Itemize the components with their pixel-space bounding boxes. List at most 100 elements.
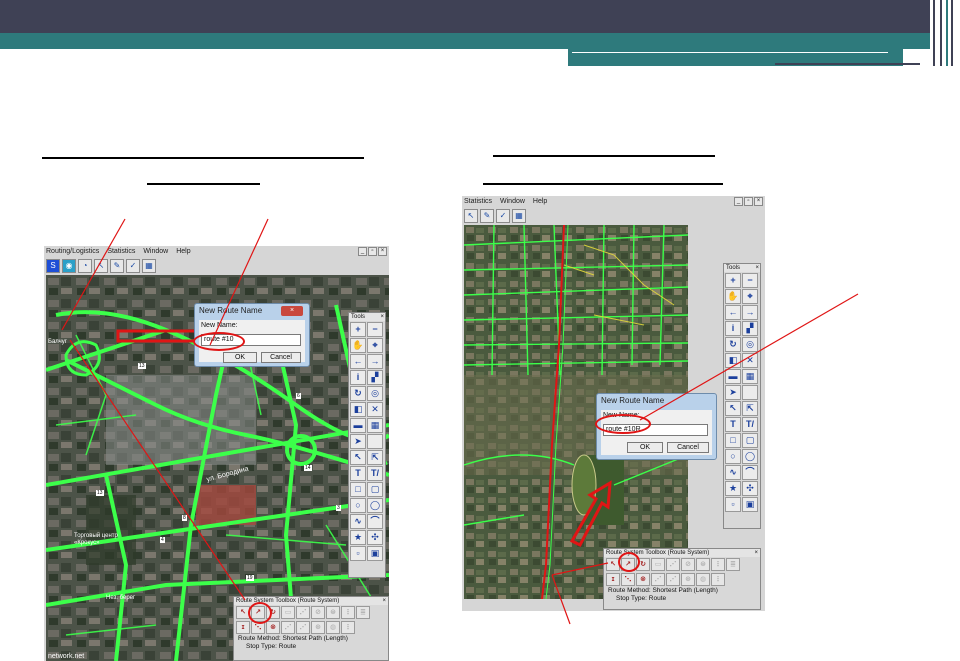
route-tool-button[interactable]: ⋰: [666, 573, 680, 586]
tool-button[interactable]: ✋: [350, 338, 366, 353]
route-tool-button[interactable]: ɪ: [606, 573, 620, 586]
route-tool-button[interactable]: ⋰: [651, 573, 665, 586]
tool-button[interactable]: ◯: [367, 498, 383, 513]
tool-button[interactable]: ➤: [350, 434, 366, 449]
tool-button[interactable]: ▣: [367, 546, 383, 561]
layer-icon[interactable]: S: [46, 259, 60, 273]
close-button[interactable]: ×: [378, 247, 387, 256]
tool-button[interactable]: ▞: [742, 321, 758, 336]
cancel-button[interactable]: Cancel: [261, 352, 301, 363]
cancel-button[interactable]: Cancel: [667, 442, 709, 453]
tool-button[interactable]: ○: [350, 498, 366, 513]
tool-button[interactable]: T: [350, 466, 366, 481]
menu-window[interactable]: Window: [500, 196, 525, 208]
tool-button[interactable]: −: [367, 322, 383, 337]
tool-button[interactable]: ↖: [350, 450, 366, 465]
route-toolbox-close[interactable]: ×: [382, 597, 386, 605]
route-tool-button[interactable]: ◍: [696, 573, 710, 586]
tool-button[interactable]: T/: [742, 417, 758, 432]
tool-button[interactable]: ◎: [742, 337, 758, 352]
tool-button[interactable]: ➤: [725, 385, 741, 400]
tool-button[interactable]: →: [367, 354, 383, 369]
route-tool-button[interactable]: ⋮: [341, 606, 355, 619]
tool-button[interactable]: ▦: [367, 418, 383, 433]
tools-close-button[interactable]: ×: [755, 264, 759, 272]
route-tool-button[interactable]: ⋰: [296, 606, 310, 619]
tool-button[interactable]: T: [725, 417, 741, 432]
tool-button[interactable]: i: [725, 321, 741, 336]
tool-button[interactable]: T/: [367, 466, 383, 481]
tool-button[interactable]: +: [725, 273, 741, 288]
tool-button[interactable]: ▞: [367, 370, 383, 385]
tool-button[interactable]: i: [350, 370, 366, 385]
ok-button[interactable]: OK: [223, 352, 257, 363]
tool-button[interactable]: ⌒: [367, 514, 383, 529]
tool-button[interactable]: ✕: [742, 353, 758, 368]
globe-icon[interactable]: ◉: [62, 259, 76, 273]
tool-button[interactable]: ✕: [367, 402, 383, 417]
ok-button[interactable]: OK: [627, 442, 663, 453]
restore-button[interactable]: ▫: [368, 247, 377, 256]
edit-icon[interactable]: ✎: [480, 209, 494, 223]
tool-button[interactable]: ⌒: [742, 465, 758, 480]
tool-button[interactable]: ←: [350, 354, 366, 369]
select-icon[interactable]: ↖: [94, 259, 108, 273]
menu-window[interactable]: Window: [143, 246, 168, 258]
route-tool-button[interactable]: ⋰: [296, 621, 310, 634]
tool-button[interactable]: ↖: [725, 401, 741, 416]
route-tool-button[interactable]: ⋱: [621, 573, 635, 586]
tool-button[interactable]: [742, 385, 758, 400]
menu-statistics[interactable]: Statistics: [107, 246, 135, 258]
tool-button[interactable]: ◧: [350, 402, 366, 417]
route-tool-button[interactable]: ⊜: [696, 558, 710, 571]
tool-button[interactable]: ↻: [725, 337, 741, 352]
menu-help[interactable]: Help: [533, 196, 547, 208]
tool-button[interactable]: ∿: [725, 465, 741, 480]
tool-button[interactable]: ▬: [350, 418, 366, 433]
edit-icon[interactable]: ✎: [110, 259, 124, 273]
tool-button[interactable]: ◯: [742, 449, 758, 464]
tool-button[interactable]: →: [742, 305, 758, 320]
route-tool-button[interactable]: ⋮: [341, 621, 355, 634]
route-toolbox-close[interactable]: ×: [754, 549, 758, 557]
dialog-close-button[interactable]: ×: [281, 306, 303, 316]
route-tool-button[interactable]: ⊛: [311, 621, 325, 634]
tool-button[interactable]: ▣: [742, 497, 758, 512]
route-tool-button[interactable]: ≣: [726, 558, 740, 571]
tool-button[interactable]: ▬: [725, 369, 741, 384]
route-tool-button[interactable]: ▭: [281, 606, 295, 619]
route-tool-button[interactable]: ▭: [651, 558, 665, 571]
tool-button[interactable]: ▫: [350, 546, 366, 561]
route-tool-button[interactable]: ɪ: [236, 621, 250, 634]
tool-button[interactable]: ⇱: [742, 401, 758, 416]
grid-icon[interactable]: ▦: [512, 209, 526, 223]
route-tool-button[interactable]: ⊘: [681, 558, 695, 571]
tool-button[interactable]: ✣: [742, 481, 758, 496]
tool-button[interactable]: ⌖: [367, 338, 383, 353]
tool-button[interactable]: ▫: [725, 497, 741, 512]
check-icon[interactable]: ✓: [126, 259, 140, 273]
tool-button[interactable]: [367, 434, 383, 449]
tool-button[interactable]: □: [725, 433, 741, 448]
tool-button[interactable]: ▢: [742, 433, 758, 448]
tool-button[interactable]: ⇱: [367, 450, 383, 465]
tool-button[interactable]: ←: [725, 305, 741, 320]
tool-button[interactable]: ◎: [367, 386, 383, 401]
close-button[interactable]: ×: [754, 197, 763, 206]
menu-help[interactable]: Help: [176, 246, 190, 258]
select-icon[interactable]: ↖: [464, 209, 478, 223]
tool-button[interactable]: ✋: [725, 289, 741, 304]
tool-button[interactable]: □: [350, 482, 366, 497]
tool-button[interactable]: ✣: [367, 530, 383, 545]
tool-button[interactable]: ▢: [367, 482, 383, 497]
route-tool-button[interactable]: ⊗: [266, 621, 280, 634]
route-tool-button[interactable]: ≣: [356, 606, 370, 619]
tool-button[interactable]: ⌖: [742, 289, 758, 304]
route-tool-button[interactable]: ⋰: [666, 558, 680, 571]
minimize-button[interactable]: _: [734, 197, 743, 206]
tool-button[interactable]: ↻: [350, 386, 366, 401]
menu-routing[interactable]: Routing/Logistics: [46, 246, 99, 258]
tool-button[interactable]: ∿: [350, 514, 366, 529]
route-tool-button[interactable]: ⊗: [636, 573, 650, 586]
route-tool-button[interactable]: ⊘: [311, 606, 325, 619]
